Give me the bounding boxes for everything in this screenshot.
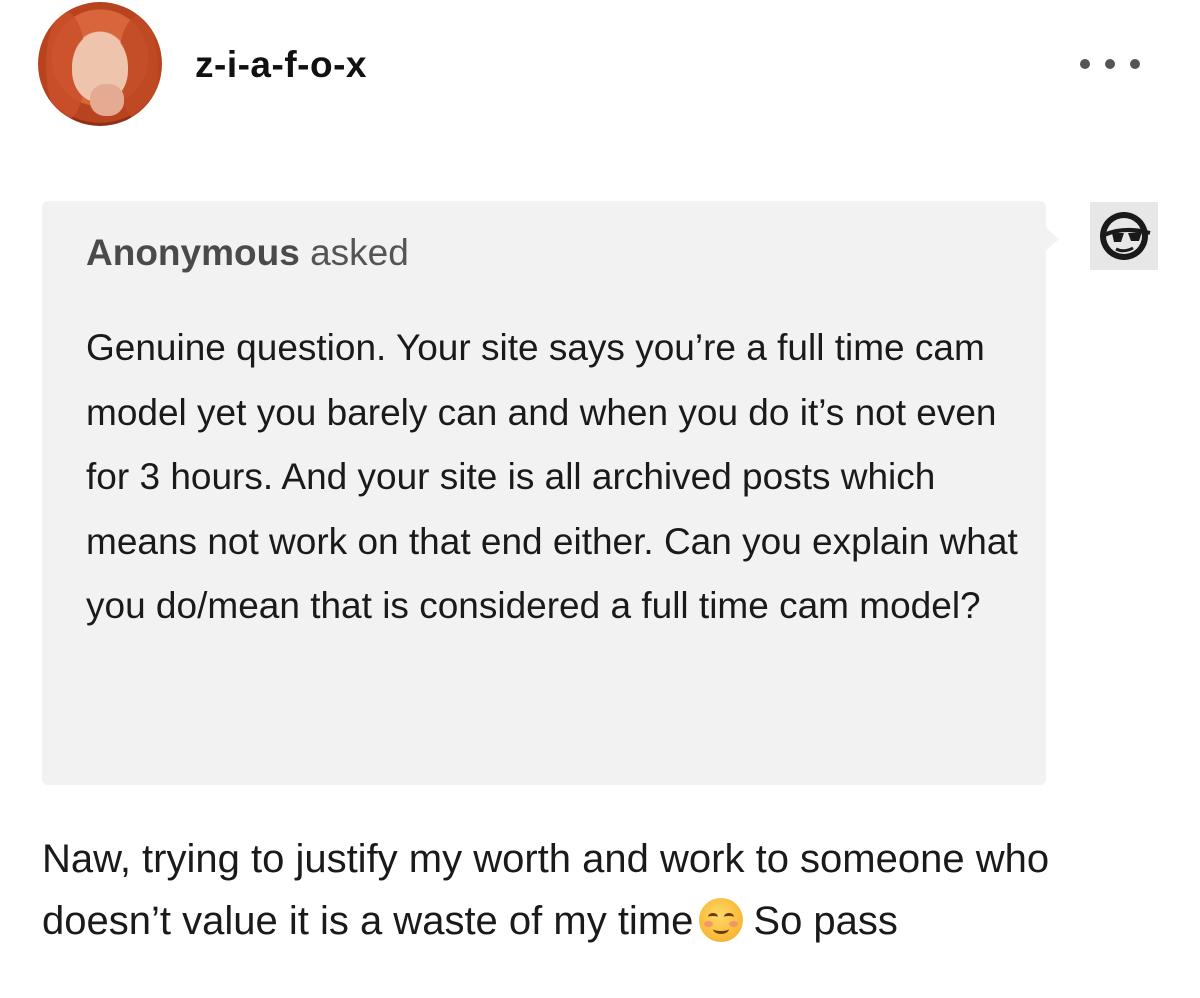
username-link[interactable]: z-i-a-f-o-x xyxy=(195,44,367,86)
ellipsis-icon xyxy=(1080,59,1090,69)
user-avatar[interactable] xyxy=(38,2,162,126)
avatar-hand xyxy=(90,84,124,116)
ask-bubble-tail xyxy=(1044,226,1059,252)
answer-tail-text: So pass xyxy=(753,899,898,943)
asker-verb: asked xyxy=(310,232,409,273)
anonymous-avatar xyxy=(1090,202,1158,270)
ellipsis-icon xyxy=(1130,59,1140,69)
answer-main-text: Naw, trying to justify my worth and work… xyxy=(42,837,1050,943)
asker-line: Anonymous asked xyxy=(86,232,409,274)
sunglasses-face-icon xyxy=(1100,212,1151,260)
ellipsis-icon xyxy=(1105,59,1115,69)
smiling-face-icon xyxy=(699,898,744,942)
question-text: Genuine question. Your site says you’re … xyxy=(86,327,1018,626)
more-options-button[interactable] xyxy=(1080,52,1140,76)
answer-text: Naw, trying to justify my worth and work… xyxy=(42,828,1182,952)
asker-name: Anonymous xyxy=(86,232,300,273)
